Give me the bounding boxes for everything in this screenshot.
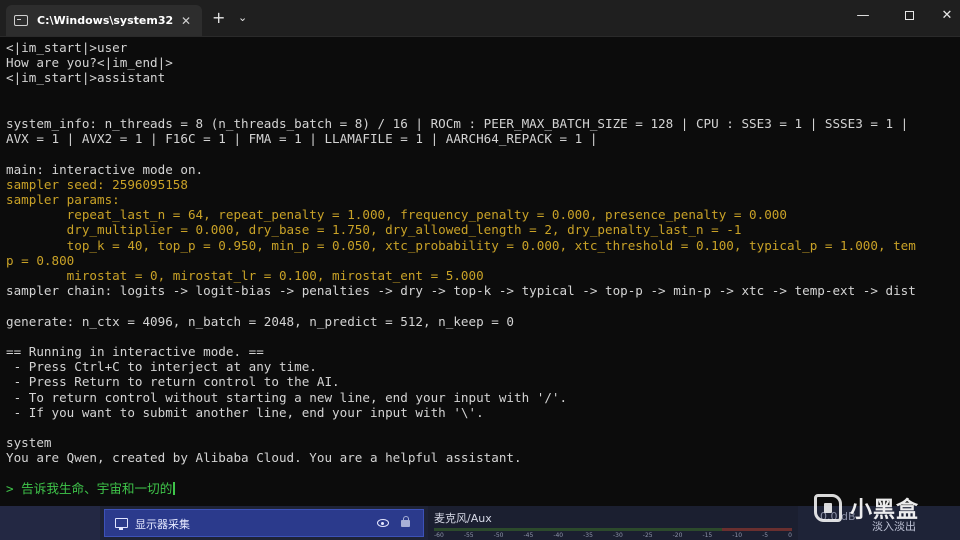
- tab-cmd[interactable]: C:\Windows\system32\cmd.e: ✕: [6, 5, 202, 36]
- volume-meter: [434, 528, 792, 531]
- xiaoheihe-logo-icon: [814, 494, 842, 522]
- console-line: - If you want to submit another line, en…: [6, 404, 484, 420]
- console-line: sampler seed: 2596095158: [6, 176, 188, 192]
- meter-tick: -25: [642, 532, 653, 539]
- meter-tick: -15: [702, 532, 713, 539]
- console-line: top_k = 40, top_p = 0.950, min_p = 0.050…: [6, 237, 916, 253]
- meter-tick: -10: [732, 532, 743, 539]
- console-line: <|im_start|>assistant: [6, 70, 166, 86]
- meter-tick: -20: [672, 532, 683, 539]
- meter-tick: -55: [463, 532, 474, 539]
- console-line: main: interactive mode on.: [6, 161, 204, 177]
- meter-tick: 0: [788, 532, 792, 539]
- console-line: - To return control without starting a n…: [6, 389, 568, 405]
- console-line: - Press Return to return control to the …: [6, 374, 340, 390]
- watermark-text: 小黑盒: [850, 498, 920, 523]
- mixer-label: 麦克风/Aux: [434, 512, 492, 525]
- console-line: mirostat = 0, mirostat_lr = 0.100, miros…: [6, 268, 484, 283]
- console-line: How are you?<|im_end|>: [6, 55, 173, 71]
- console-line: <|im_start|>user: [6, 40, 128, 55]
- console-line: - Press Ctrl+C to interject at any time.: [6, 359, 317, 375]
- terminal-icon: [14, 15, 28, 26]
- lock-icon[interactable]: [401, 516, 410, 527]
- maximize-button[interactable]: [894, 6, 924, 26]
- console-output[interactable]: <|im_start|>user How are you?<|im_end|> <|…: [0, 37, 960, 505]
- eye-icon[interactable]: [377, 519, 389, 527]
- monitor-icon: [115, 518, 128, 530]
- source-item[interactable]: 显示器采集: [104, 509, 424, 537]
- title-bar: C:\Windows\system32\cmd.e: ✕ + ⌄ — ✕: [0, 0, 960, 37]
- meter-ticks: -60 -55 -50 -45 -40 -35 -30 -25 -20 -15 -10 -5 0: [434, 532, 792, 540]
- user-input-text[interactable]: 告诉我生命、宇宙和一切的: [21, 481, 172, 496]
- console-line: p = 0.800: [6, 252, 75, 268]
- console-line: sampler params:: [6, 192, 120, 207]
- console-line: dry_multiplier = 0.000, dry_base = 1.750…: [6, 222, 742, 238]
- maximize-icon: [904, 11, 914, 20]
- meter-tick: -40: [553, 532, 564, 539]
- minimize-button[interactable]: —: [848, 6, 878, 26]
- meter-tick: -60: [434, 532, 444, 539]
- console-line: system_info: n_threads = 8 (n_threads_ba…: [6, 116, 909, 131]
- audio-mixer: 麦克风/Aux -60 -55 -50 -45 -40 -35 -30 -25 -20 -15 -1…: [428, 506, 798, 540]
- meter-tick: -5: [762, 532, 769, 539]
- meter-tick: -50: [493, 532, 504, 539]
- watermark: 小黑盒: [814, 492, 919, 524]
- new-tab-button[interactable]: +: [212, 9, 225, 27]
- input-line[interactable]: > 告诉我生命、宇宙和一切的: [6, 480, 176, 496]
- tab-title: C:\Windows\system32\cmd.e:: [37, 14, 173, 27]
- console-line: generate: n_ctx = 4096, n_batch = 2048, …: [6, 313, 514, 329]
- console-line: AVX = 1 | AVX2 = 1 | F16C = 1 | FMA = 1 …: [6, 131, 598, 147]
- console-line: == Running in interactive mode. ==: [6, 344, 264, 359]
- meter-tick: -35: [583, 532, 593, 539]
- overlay-left-panel: [0, 506, 100, 540]
- console-line: You are Qwen, created by Alibaba Cloud. …: [6, 450, 522, 466]
- console-line: repeat_last_n = 64, repeat_penalty = 1.0…: [6, 207, 787, 223]
- tab-close-button[interactable]: ✕: [181, 14, 191, 28]
- console-line: sampler chain: logits -> logit-bias -> p…: [6, 283, 916, 299]
- meter-tick: -30: [612, 532, 623, 539]
- chevron-down-icon[interactable]: ⌄: [238, 9, 247, 27]
- console-line: system: [6, 435, 52, 451]
- prompt-symbol: >: [6, 480, 22, 496]
- text-cursor: [173, 481, 176, 495]
- source-label: 显示器采集: [135, 518, 190, 531]
- meter-tick: -45: [523, 532, 534, 539]
- close-button[interactable]: ✕: [932, 6, 960, 26]
